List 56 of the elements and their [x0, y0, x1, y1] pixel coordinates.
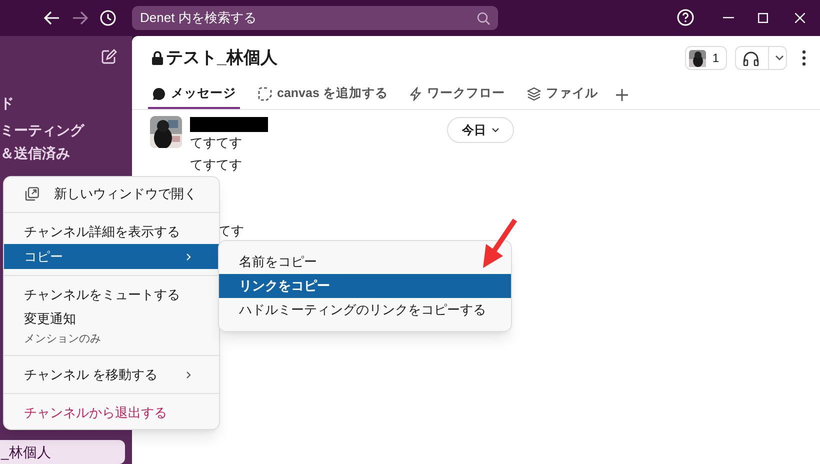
new-window-icon: [25, 186, 39, 200]
menu-item[interactable]: 変更通知 メンションのみ: [4, 307, 219, 349]
arrow: [480, 218, 518, 270]
search-icon: [477, 12, 490, 24]
menu-item-label: チャンネル詳細を表示する: [24, 222, 181, 241]
huddle-button[interactable]: [735, 46, 787, 70]
layers-icon: [526, 86, 541, 100]
maximize-icon[interactable]: [758, 13, 768, 23]
lightning-icon: [410, 86, 422, 100]
forward-icon[interactable]: [72, 11, 88, 25]
back-icon[interactable]: [44, 11, 60, 25]
minimize-icon[interactable]: [723, 17, 734, 19]
menu-item-label: 新しいウィンドウで開く: [54, 184, 198, 203]
menu-item[interactable]: ハドルミーティングのリンクをコピーする: [219, 298, 511, 322]
channel-title[interactable]: テスト_林個人: [166, 45, 278, 71]
more-icon[interactable]: [802, 50, 806, 66]
tab[interactable]: ファイル: [522, 80, 602, 109]
speech-bubble-icon: [152, 86, 166, 100]
headphones-icon: [743, 50, 759, 66]
history-icon[interactable]: [100, 10, 116, 26]
chevron-down-icon: [775, 55, 784, 61]
members-button[interactable]: 1: [685, 46, 727, 70]
menu-item[interactable]: チャンネルをミュートする: [4, 282, 219, 307]
menu-item-label: チャンネルから退出する: [24, 404, 168, 422]
tab[interactable]: ワークフロー: [406, 80, 509, 109]
menu-item[interactable]: チャンネル を移動する: [4, 362, 219, 387]
menu-item-label: チャンネルをミュートする: [24, 286, 181, 304]
menu-item-label: 変更通知: [24, 310, 77, 328]
menu-item[interactable]: チャンネルから退出する: [4, 400, 219, 425]
tab[interactable]: canvas を追加する: [254, 80, 392, 109]
date-button[interactable]: 今日: [447, 117, 514, 143]
sidebar-item[interactable]: _林個人: [0, 440, 125, 464]
menu-item[interactable]: チャンネル詳細を表示する: [4, 219, 219, 244]
canvas-icon: [258, 86, 272, 100]
member-count: 1: [712, 50, 720, 67]
menu-item[interactable]: コピー: [4, 244, 219, 269]
sidebar-item[interactable]: ド: [0, 93, 14, 114]
menu-item-label: コピー: [24, 248, 64, 266]
menu-item-label: チャンネル を移動する: [24, 366, 159, 384]
message-text: てすてす: [190, 156, 243, 174]
search-input: Denet 内を検索する: [140, 8, 477, 28]
search-field[interactable]: Denet 内を検索する: [132, 6, 498, 30]
menu-item[interactable]: 名前をコピー: [219, 250, 511, 274]
add-tab-icon[interactable]: [616, 88, 628, 100]
menu-item[interactable]: 新しいウィンドウで開く: [4, 181, 219, 206]
close-icon[interactable]: [795, 13, 805, 23]
help-icon[interactable]: [677, 9, 694, 26]
sidebar-item[interactable]: ミーティング: [0, 120, 84, 141]
lock-icon: [152, 51, 163, 65]
compose-icon[interactable]: [101, 49, 117, 65]
sidebar-item[interactable]: ＆送信済み: [0, 143, 70, 164]
message-text: てすてす: [190, 134, 243, 152]
tab[interactable]: メッセージ: [148, 80, 240, 109]
chevron-down-icon: [492, 128, 499, 132]
menu-item[interactable]: リンクをコピー: [219, 274, 511, 298]
menu-item-sublabel: メンションのみ: [24, 332, 102, 347]
